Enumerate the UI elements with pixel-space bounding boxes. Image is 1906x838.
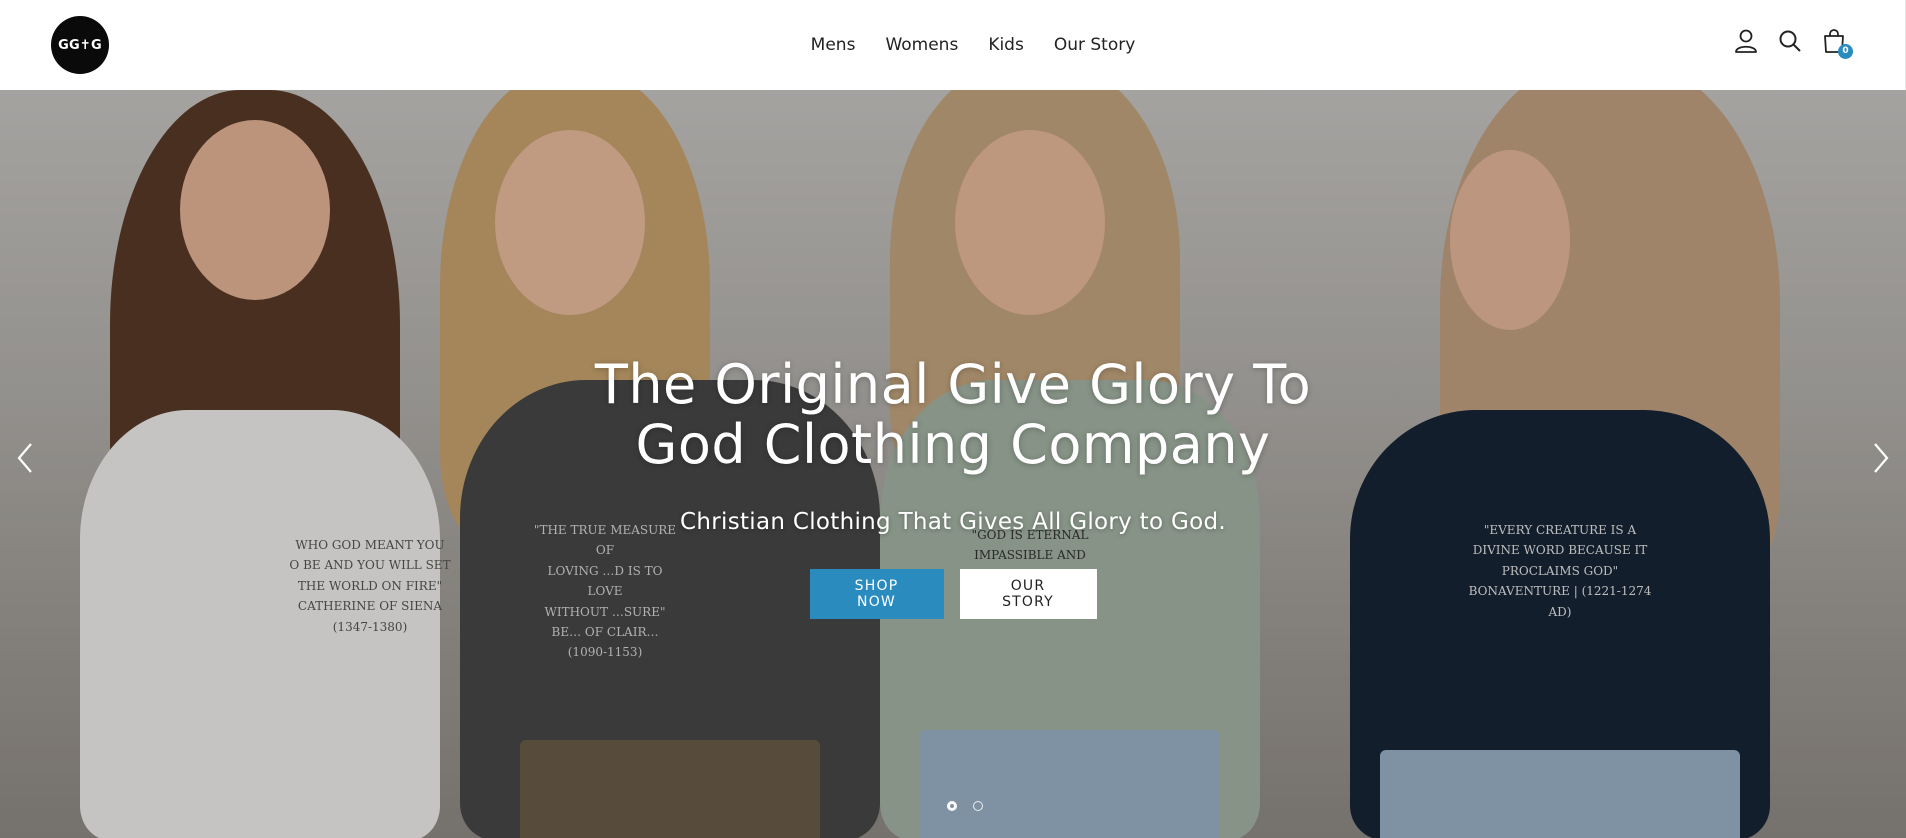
nav-link-our-story[interactable]: Our Story bbox=[1054, 35, 1135, 55]
slide-dots bbox=[12, 801, 1906, 811]
chevron-left-icon bbox=[17, 443, 32, 473]
nav-link-mens[interactable]: Mens bbox=[811, 35, 856, 55]
shop-now-button[interactable]: SHOP NOW bbox=[809, 569, 944, 619]
hero-content: The Original Give Glory To God Clothing … bbox=[0, 355, 1906, 619]
our-story-button[interactable]: OUR STORY bbox=[959, 569, 1097, 619]
hero-slideshow: WHO GOD MEANT YOU O BE AND YOU WILL SET … bbox=[0, 90, 1906, 838]
header-icons: 0 bbox=[1734, 28, 1853, 59]
account-icon[interactable] bbox=[1734, 28, 1758, 54]
chevron-right-icon bbox=[1874, 443, 1889, 473]
cart-icon[interactable]: 0 bbox=[1822, 28, 1853, 59]
hero-title: The Original Give Glory To God Clothing … bbox=[594, 353, 1312, 476]
slide-dot-1[interactable] bbox=[947, 801, 957, 811]
hero-buttons: SHOP NOW OUR STORY bbox=[0, 569, 1906, 619]
main-nav: Mens Womens Kids Our Story bbox=[0, 0, 1906, 90]
next-slide-arrow[interactable] bbox=[1869, 438, 1893, 478]
prev-slide-arrow[interactable] bbox=[13, 438, 37, 478]
nav-link-womens[interactable]: Womens bbox=[885, 35, 958, 55]
cart-count-badge: 0 bbox=[1838, 44, 1853, 59]
search-icon[interactable] bbox=[1778, 28, 1802, 54]
site-header: GG✝G Mens Womens Kids Our Story 0 bbox=[0, 0, 1906, 90]
nav-link-kids[interactable]: Kids bbox=[988, 35, 1024, 55]
hero-subtitle: Christian Clothing That Gives All Glory … bbox=[680, 509, 1226, 535]
slide-dot-2[interactable] bbox=[973, 801, 983, 811]
